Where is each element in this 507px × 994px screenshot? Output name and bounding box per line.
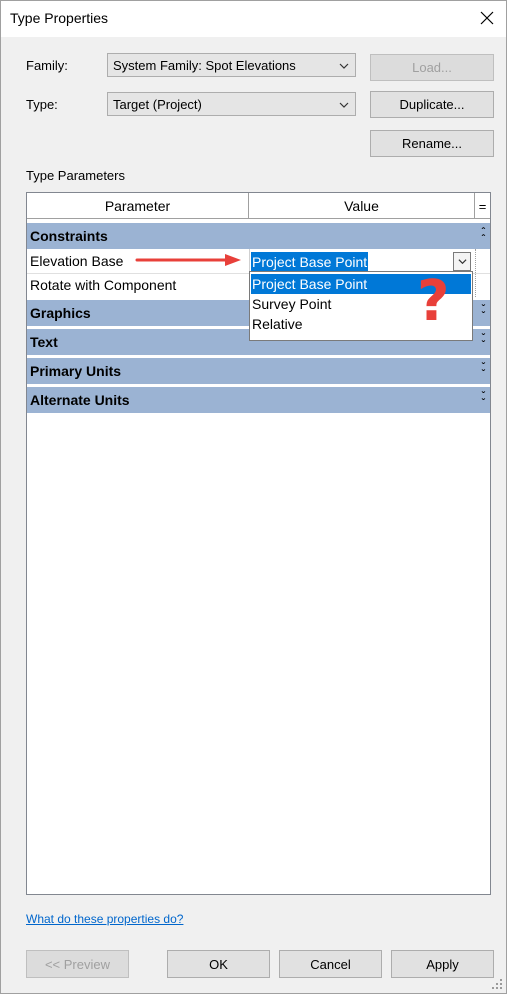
type-combo[interactable]: Target (Project) xyxy=(107,92,356,116)
category-primary-units[interactable]: Primary Units ˇˇ xyxy=(27,358,490,384)
value-column-header[interactable]: Value xyxy=(249,193,475,219)
category-constraints[interactable]: Constraints ˆˆ xyxy=(27,223,490,249)
family-label: Family: xyxy=(26,58,68,73)
expand-icon[interactable]: ˇˇ xyxy=(482,363,485,380)
rename-button[interactable]: Rename... xyxy=(370,130,494,157)
category-label: Primary Units xyxy=(30,363,122,379)
category-label: Constraints xyxy=(30,228,108,244)
collapse-icon[interactable]: ˆˆ xyxy=(482,228,485,245)
parameter-column-header[interactable]: Parameter xyxy=(27,193,249,219)
duplicate-button[interactable]: Duplicate... xyxy=(370,91,494,118)
cancel-button[interactable]: Cancel xyxy=(279,950,382,978)
help-link[interactable]: What do these properties do? xyxy=(26,912,183,926)
type-label: Type: xyxy=(26,97,58,112)
param-rotate-with-component[interactable]: Rotate with Component xyxy=(27,273,249,297)
resize-grip-icon[interactable] xyxy=(490,977,504,991)
expand-icon[interactable]: ˇˇ xyxy=(482,305,485,322)
window-title: Type Properties xyxy=(10,10,109,26)
category-label: Text xyxy=(30,334,58,350)
close-icon[interactable] xyxy=(476,7,498,29)
equals-toggle-button[interactable]: = xyxy=(475,193,490,219)
type-combo-value: Target (Project) xyxy=(113,96,202,112)
chevron-down-icon[interactable] xyxy=(453,252,471,271)
type-parameters-label: Type Parameters xyxy=(26,168,125,183)
load-button[interactable]: Load... xyxy=(370,54,494,81)
expand-icon[interactable]: ˇˇ xyxy=(482,334,485,351)
category-alternate-units[interactable]: Alternate Units ˇˇ xyxy=(27,387,490,413)
chevron-down-icon xyxy=(339,59,349,74)
apply-button[interactable]: Apply xyxy=(391,950,494,978)
question-mark-annotation: ? xyxy=(417,269,450,334)
red-arrow-annotation xyxy=(135,254,241,266)
param-name: Elevation Base xyxy=(30,253,124,269)
ok-button[interactable]: OK xyxy=(167,950,270,978)
chevron-down-icon xyxy=(339,98,349,113)
family-combo-value: System Family: Spot Elevations xyxy=(113,57,296,73)
column-divider xyxy=(475,249,477,297)
category-label: Graphics xyxy=(30,305,91,321)
category-label: Alternate Units xyxy=(30,392,130,408)
preview-button[interactable]: << Preview xyxy=(26,950,129,978)
elevation-base-selected-value: Project Base Point xyxy=(251,252,369,272)
family-combo[interactable]: System Family: Spot Elevations xyxy=(107,53,356,77)
param-name: Rotate with Component xyxy=(30,277,177,293)
expand-icon[interactable]: ˇˇ xyxy=(482,392,485,409)
